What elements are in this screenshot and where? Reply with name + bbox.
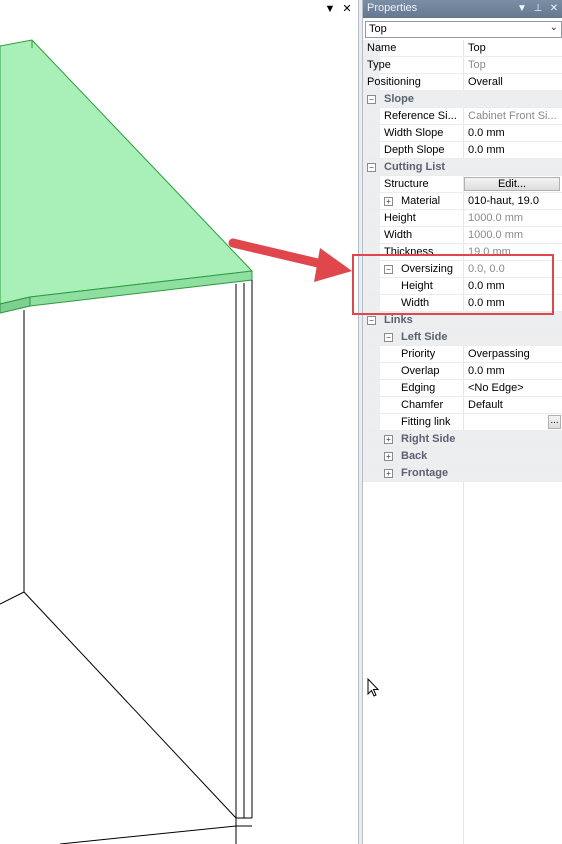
3d-viewport[interactable]: ▼ ✕ xyxy=(0,0,358,844)
property-value[interactable]: 0.0 mm xyxy=(468,144,560,156)
property-label: Type xyxy=(367,59,391,71)
property-value: 1000.0 mm xyxy=(468,212,524,224)
pin-icon[interactable]: ⊥ xyxy=(532,2,544,16)
property-value[interactable]: Overall xyxy=(468,76,560,88)
category-label: Left Side xyxy=(401,331,448,343)
fitting-link-browse-button[interactable]: ... xyxy=(548,415,561,429)
property-label: Width xyxy=(384,229,413,241)
property-value: 1000.0 mm xyxy=(468,229,524,241)
category-label: Cutting List xyxy=(384,161,446,173)
property-label: Height xyxy=(384,212,416,224)
property-value[interactable]: 0.0 mm xyxy=(468,365,560,377)
property-row-edging[interactable]: Edging <No Edge> xyxy=(363,380,562,397)
mouse-pointer-icon xyxy=(367,678,380,697)
property-value[interactable]: Cabinet Front Si... xyxy=(468,110,560,122)
property-label: Depth Slope xyxy=(384,144,445,156)
collapse-icon[interactable]: − xyxy=(367,95,376,104)
subcategory-back[interactable]: + Back xyxy=(363,448,562,465)
expand-icon[interactable]: + xyxy=(384,469,393,478)
property-value[interactable]: <No Edge> xyxy=(468,382,560,394)
category-label: Slope xyxy=(384,93,414,105)
property-row-material[interactable]: + Material 010-haut, 19.0 xyxy=(363,193,562,210)
property-row-priority[interactable]: Priority Overpassing xyxy=(363,346,562,363)
annotation-highlight-box xyxy=(352,254,554,315)
property-row-reference-side[interactable]: Reference Si... Cabinet Front Si... xyxy=(363,108,562,125)
property-row-type[interactable]: Type Top xyxy=(363,57,562,74)
category-label: Links xyxy=(384,314,413,326)
category-slope[interactable]: − Slope xyxy=(363,91,562,108)
chevron-down-icon: ⌄ xyxy=(549,22,558,33)
top-panel-face xyxy=(0,39,254,305)
expand-icon[interactable]: + xyxy=(384,435,393,444)
property-value[interactable]: 0.0 mm xyxy=(468,127,560,139)
property-value: Top xyxy=(468,59,486,71)
triangle-down-icon[interactable]: ▼ xyxy=(324,2,336,16)
properties-title-bar: Properties ▼ ⊥ ✕ xyxy=(363,0,562,18)
object-selector-value: Top xyxy=(369,23,387,35)
property-row-overlap[interactable]: Overlap 0.0 mm xyxy=(363,363,562,380)
property-grid: Name Top Type Top Positioning Overall − … xyxy=(363,40,562,844)
property-row-height[interactable]: Height 1000.0 mm xyxy=(363,210,562,227)
property-value[interactable]: 010-haut, 19.0 xyxy=(468,195,560,207)
property-value[interactable]: Overpassing xyxy=(468,348,560,360)
property-label: Fitting link xyxy=(401,416,451,428)
property-label: Structure xyxy=(384,178,429,190)
property-row-name[interactable]: Name Top xyxy=(363,40,562,57)
category-label: Frontage xyxy=(401,467,449,479)
expand-icon[interactable]: + xyxy=(384,452,393,461)
properties-panel: Properties ▼ ⊥ ✕ Top ⌄ Name Top Type Top… xyxy=(363,0,562,844)
property-row-structure[interactable]: Structure Edit... xyxy=(363,176,562,193)
viewport-toolbar: ▼ ✕ xyxy=(0,0,358,18)
property-label: Chamfer xyxy=(401,399,444,411)
cabinet-carcass xyxy=(0,280,253,844)
property-label: Name xyxy=(367,42,397,54)
property-label: Overlap xyxy=(401,365,440,377)
expand-icon[interactable]: + xyxy=(384,197,393,206)
property-label: Priority xyxy=(401,348,436,360)
property-row-width-slope[interactable]: Width Slope 0.0 mm xyxy=(363,125,562,142)
category-label: Right Side xyxy=(401,433,456,445)
property-label: Width Slope xyxy=(384,127,444,139)
subcategory-frontage[interactable]: + Frontage xyxy=(363,465,562,482)
collapse-icon[interactable]: − xyxy=(367,163,376,172)
close-icon[interactable]: ✕ xyxy=(341,2,353,16)
property-row-fitting-link[interactable]: Fitting link ... xyxy=(363,414,562,431)
subcategory-right-side[interactable]: + Right Side xyxy=(363,431,562,448)
edit-structure-button[interactable]: Edit... xyxy=(464,177,560,191)
property-label: Material xyxy=(401,195,441,207)
property-row-width[interactable]: Width 1000.0 mm xyxy=(363,227,562,244)
category-label: Back xyxy=(401,450,428,462)
cabinet-drawing xyxy=(0,39,254,844)
property-label: Positioning xyxy=(367,76,421,88)
property-label: Reference Si... xyxy=(384,110,457,122)
category-cutting-list[interactable]: − Cutting List xyxy=(363,159,562,176)
object-selector[interactable]: Top ⌄ xyxy=(365,21,562,38)
collapse-icon[interactable]: − xyxy=(384,333,393,342)
property-value[interactable]: Default xyxy=(468,399,560,411)
panel-title: Properties xyxy=(367,2,418,14)
close-icon[interactable]: ✕ xyxy=(548,2,560,16)
property-row-depth-slope[interactable]: Depth Slope 0.0 mm xyxy=(363,142,562,159)
property-row-positioning[interactable]: Positioning Overall xyxy=(363,74,562,91)
property-label: Edging xyxy=(401,382,436,394)
property-row-chamfer[interactable]: Chamfer Default xyxy=(363,397,562,414)
panel-menu-icon[interactable]: ▼ xyxy=(516,2,528,16)
subcategory-left-side[interactable]: − Left Side xyxy=(363,329,562,346)
collapse-icon[interactable]: − xyxy=(367,316,376,325)
property-value[interactable]: Top xyxy=(468,42,560,54)
